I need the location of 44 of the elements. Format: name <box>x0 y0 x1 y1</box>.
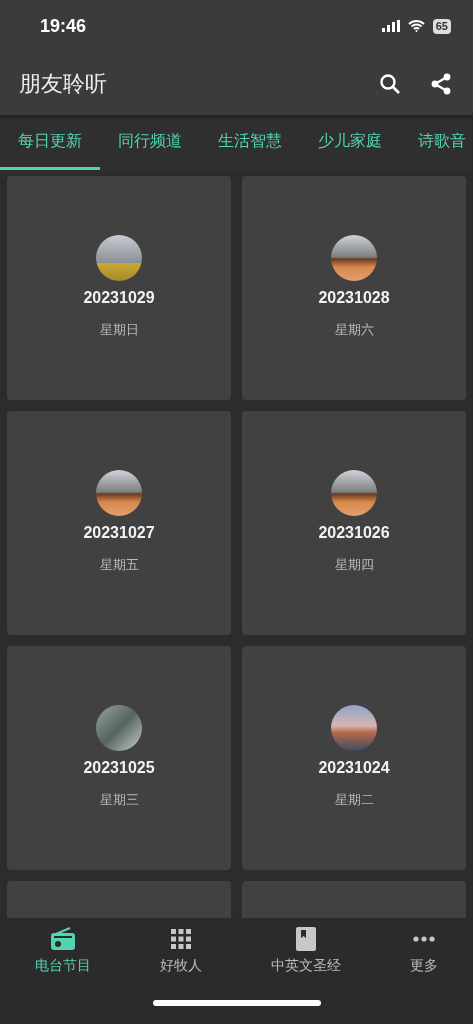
episode-weekday: 星期四 <box>334 556 374 574</box>
nav-tab[interactable]: 更多 <box>410 926 439 976</box>
app-title: 朋友聆听 <box>19 70 107 98</box>
signal-icon <box>381 20 400 32</box>
episode-card[interactable]: 20231028 星期六 <box>242 176 466 400</box>
episode-date: 20231027 <box>83 523 155 543</box>
search-icon <box>379 73 401 96</box>
episode-card[interactable]: 20231029 星期日 <box>7 176 231 400</box>
nav-tab[interactable]: 好牧人 <box>159 926 202 976</box>
episode-card[interactable]: 20231026 星期四 <box>242 411 466 635</box>
photo-placeholder <box>96 235 142 281</box>
grid-icon <box>169 928 192 950</box>
episode-date: 20231024 <box>318 758 390 778</box>
nav-tab[interactable]: 中英文圣经 <box>271 926 342 976</box>
photo-placeholder <box>331 705 377 751</box>
photo-placeholder <box>331 470 377 516</box>
share-icon <box>429 71 453 96</box>
episode-weekday: 星期二 <box>334 791 374 809</box>
episode-weekday: 星期五 <box>99 556 139 574</box>
photo-placeholder <box>331 235 377 281</box>
episode-weekday: 星期三 <box>99 791 139 809</box>
wifi-icon <box>407 20 425 32</box>
radio-icon <box>49 927 76 951</box>
episode-card[interactable]: 20231024 星期二 <box>242 646 466 870</box>
nav-tab[interactable]: 电台节目 <box>34 926 91 976</box>
book-icon <box>296 927 317 951</box>
category-tab[interactable]: 少儿家庭 <box>300 115 400 170</box>
photo-placeholder <box>96 705 142 751</box>
episode-card[interactable]: 20231025 星期三 <box>7 646 231 870</box>
category-tab[interactable]: 诗歌音 <box>400 115 473 170</box>
episode-date: 20231025 <box>83 758 155 778</box>
episode-card[interactable]: 20231027 星期五 <box>7 411 231 635</box>
category-tab[interactable]: 每日更新 <box>0 115 100 170</box>
more-icon <box>413 936 436 942</box>
photo-placeholder <box>96 470 142 516</box>
category-tab[interactable]: 生活智慧 <box>200 115 300 170</box>
category-tab[interactable]: 同行频道 <box>100 115 200 170</box>
episode-weekday: 星期六 <box>334 321 374 339</box>
episode-date: 20231029 <box>83 288 155 308</box>
episode-date: 20231028 <box>318 288 390 308</box>
battery-level: 65 <box>432 18 451 34</box>
episode-weekday: 星期日 <box>99 321 139 339</box>
status-time: 19:46 <box>40 14 87 38</box>
episode-date: 20231026 <box>318 523 390 543</box>
